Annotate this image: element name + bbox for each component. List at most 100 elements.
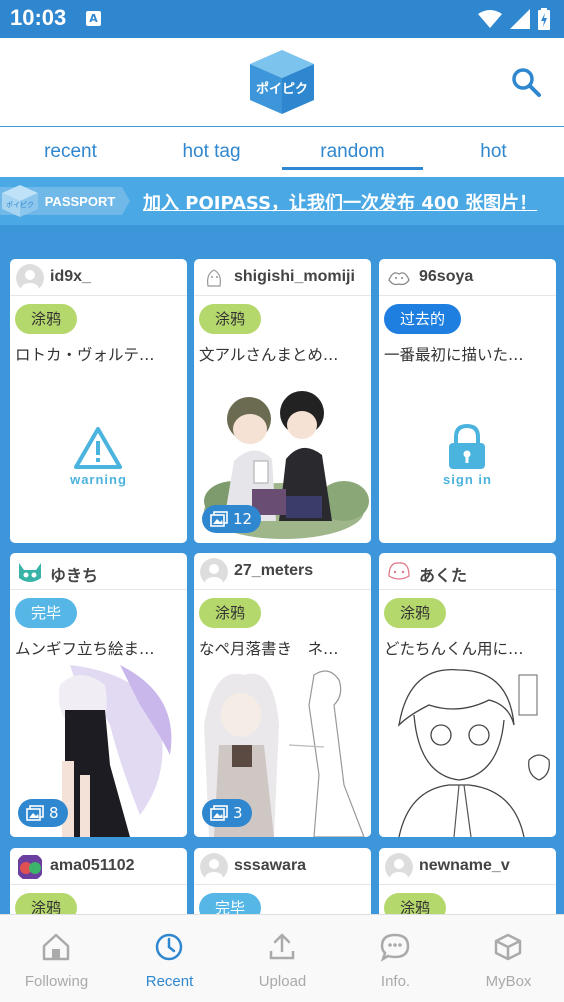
post-image[interactable]: 3 xyxy=(194,665,371,837)
battery-icon xyxy=(538,8,550,30)
category-tag[interactable]: 涂鸦 xyxy=(384,598,447,628)
banner-link-text[interactable]: 加入 POIPASS，让我们一次发布 400 张图片！ xyxy=(143,189,537,215)
image-count-badge: 3 xyxy=(202,799,252,827)
image-count: 8 xyxy=(49,804,59,822)
box-icon xyxy=(494,933,522,961)
image-count-badge: 8 xyxy=(18,799,68,827)
clock-icon xyxy=(155,933,183,961)
tab-random[interactable]: random xyxy=(282,141,423,163)
tab-recent[interactable]: recent xyxy=(0,141,141,163)
card-user-header[interactable]: ゆきち xyxy=(10,553,187,590)
username[interactable]: あくた xyxy=(419,562,467,586)
image-count: 12 xyxy=(233,510,253,528)
bottom-navigation: Following Recent Upload Info. MyBox xyxy=(0,914,564,1002)
nav-info[interactable]: Info. xyxy=(339,915,452,1002)
avatar[interactable] xyxy=(16,558,44,586)
nav-mybox[interactable]: MyBox xyxy=(452,915,564,1002)
post-card[interactable]: あくた 涂鸦 どたちんくん用に… xyxy=(379,553,556,837)
card-user-header[interactable]: shigishi_momiji xyxy=(194,259,371,296)
avatar[interactable] xyxy=(385,853,413,881)
gallery-icon xyxy=(210,805,228,821)
warning-icon xyxy=(74,427,122,469)
username[interactable]: 96soya xyxy=(419,268,473,286)
category-tag[interactable]: 涂鸦 xyxy=(199,598,262,628)
username[interactable]: 27_meters xyxy=(234,562,313,580)
avatar[interactable] xyxy=(200,264,228,292)
post-description: ムンギフ立ち絵ま… xyxy=(15,640,155,658)
passport-logo-text: ポイピク xyxy=(6,201,34,209)
poipiku-logo[interactable]: ポイピク xyxy=(248,48,316,116)
passport-badge: ポイピク PASSPORT xyxy=(0,185,130,217)
post-image[interactable]: 8 xyxy=(10,665,187,837)
username[interactable]: ama051102 xyxy=(50,857,135,875)
post-card[interactable]: 27_meters 涂鸦 なペ月落書き ネ… 3 xyxy=(194,553,371,837)
post-image-area[interactable]: warning xyxy=(10,371,187,543)
notification-a-icon: A xyxy=(86,11,101,26)
cell-signal-icon xyxy=(510,9,530,29)
tab-hot[interactable]: hot xyxy=(423,141,564,163)
card-user-header[interactable]: ama051102 xyxy=(10,848,187,885)
username[interactable]: newname_v xyxy=(419,857,510,875)
card-user-header[interactable]: sssawara xyxy=(194,848,371,885)
warning-label: warning xyxy=(70,472,127,487)
image-count-badge: 12 xyxy=(202,505,262,533)
card-user-header[interactable]: newname_v xyxy=(379,848,556,885)
nav-label: Upload xyxy=(258,973,307,990)
post-card[interactable]: 96soya 过去的 一番最初に描いた… sign in xyxy=(379,259,556,543)
poipass-banner[interactable]: ポイピク PASSPORT 加入 POIPASS，让我们一次发布 400 张图片… xyxy=(0,177,564,225)
nav-label: MyBox xyxy=(485,973,532,990)
search-icon[interactable] xyxy=(510,66,542,98)
nav-label: Info. xyxy=(380,973,411,990)
post-image[interactable] xyxy=(379,665,556,837)
post-image-area[interactable]: sign in xyxy=(379,371,556,543)
app-header: ポイピク xyxy=(0,38,564,126)
image-count: 3 xyxy=(233,804,243,822)
upload-icon xyxy=(269,933,295,960)
nav-following[interactable]: Following xyxy=(0,915,113,1002)
username[interactable]: shigishi_momiji xyxy=(234,268,355,286)
logo-text: ポイピク xyxy=(256,81,308,97)
username[interactable]: ゆきち xyxy=(50,562,98,586)
post-card[interactable]: ゆきち 完毕 ムンギフ立ち絵ま… 8 xyxy=(10,553,187,837)
home-icon xyxy=(42,933,70,961)
tab-hot-tag[interactable]: hot tag xyxy=(141,141,282,163)
post-description: 文アルさんまとめ… xyxy=(199,346,339,364)
avatar[interactable] xyxy=(385,264,413,292)
active-tab-indicator xyxy=(282,167,423,170)
category-tag[interactable]: 完毕 xyxy=(15,598,78,628)
avatar[interactable] xyxy=(16,264,44,292)
avatar[interactable] xyxy=(16,853,44,881)
wifi-icon xyxy=(478,10,502,28)
card-user-header[interactable]: 96soya xyxy=(379,259,556,296)
category-tag[interactable]: 涂鸦 xyxy=(199,304,262,334)
nav-recent[interactable]: Recent xyxy=(113,915,226,1002)
category-tag[interactable]: 过去的 xyxy=(384,304,462,334)
avatar[interactable] xyxy=(200,558,228,586)
card-user-header[interactable]: id9x_ xyxy=(10,259,187,296)
card-user-header[interactable]: あくた xyxy=(379,553,556,590)
lock-icon xyxy=(449,423,485,469)
post-card[interactable]: id9x_ 涂鸦 ロトカ・ヴォルテ… warning xyxy=(10,259,187,543)
sign-in-label[interactable]: sign in xyxy=(379,472,556,487)
tab-bar: recent hot tag random hot xyxy=(0,127,564,177)
chat-icon xyxy=(380,933,410,962)
nav-label: Following xyxy=(24,973,89,990)
status-time: 10:03 xyxy=(10,5,67,30)
post-card[interactable]: shigishi_momiji 涂鸦 文アルさんまとめ… 12 xyxy=(194,259,371,543)
nav-label: Recent xyxy=(145,973,194,990)
passport-text: PASSPORT xyxy=(45,194,116,209)
post-description: どたちんくん用に… xyxy=(384,640,524,658)
category-tag[interactable]: 涂鸦 xyxy=(15,304,78,334)
post-description: なペ月落書き ネ… xyxy=(199,640,339,658)
username[interactable]: id9x_ xyxy=(50,268,91,286)
avatar[interactable] xyxy=(200,853,228,881)
avatar[interactable] xyxy=(385,558,413,586)
post-illustration xyxy=(379,665,556,837)
status-bar: 10:03 A xyxy=(0,0,564,38)
post-description: 一番最初に描いた… xyxy=(384,346,524,364)
post-image[interactable]: 12 xyxy=(194,371,371,543)
card-user-header[interactable]: 27_meters xyxy=(194,553,371,590)
username[interactable]: sssawara xyxy=(234,857,306,875)
nav-upload[interactable]: Upload xyxy=(226,915,339,1002)
gallery-icon xyxy=(210,511,228,527)
